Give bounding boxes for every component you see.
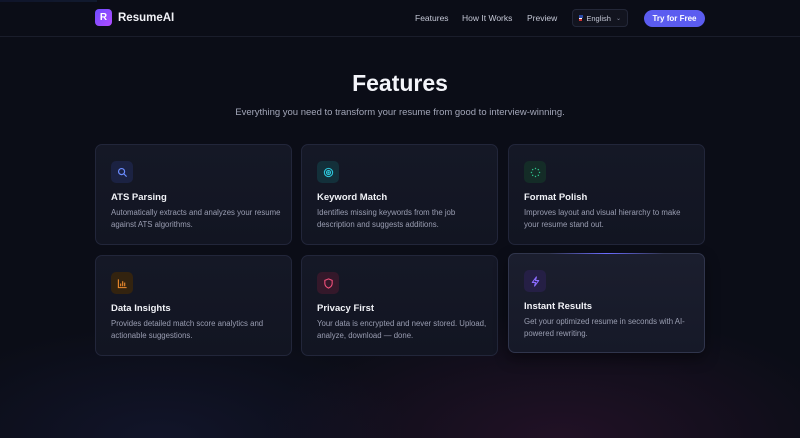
feature-description: Your data is encrypted and never stored.…: [317, 319, 487, 340]
top-nav: R ResumeAI Features How It Works Preview…: [0, 0, 800, 37]
section-subtitle: Everything you need to transform your re…: [235, 107, 565, 118]
lightning-icon: [524, 270, 546, 292]
feature-card-privacy-first: Privacy First Your data is encrypted and…: [301, 255, 498, 356]
feature-card-data-insights: Data Insights Provides detailed match sc…: [95, 255, 292, 356]
section-title: Features: [352, 70, 448, 96]
feature-title: ATS Parsing: [111, 192, 167, 203]
try-for-free-button[interactable]: Try for Free: [644, 10, 705, 27]
bar-chart-icon: [111, 272, 133, 294]
feature-card-format-polish: Format Polish Improves layout and visual…: [508, 144, 705, 245]
feature-title: Data Insights: [111, 303, 171, 314]
feature-description: Provides detailed match score analytics …: [111, 319, 264, 340]
shield-icon: [317, 272, 339, 294]
search-icon: [111, 161, 133, 183]
feature-title: Format Polish: [524, 192, 588, 203]
nav-link-how-it-works[interactable]: How It Works: [462, 13, 512, 23]
feature-title: Keyword Match: [317, 192, 388, 203]
feature-title: Instant Results: [524, 301, 593, 312]
feature-title: Privacy First: [317, 303, 375, 314]
nav-link-features[interactable]: Features: [415, 13, 449, 23]
brand-logo-link[interactable]: R ResumeAI: [95, 9, 174, 26]
nav-link-preview[interactable]: Preview: [527, 13, 557, 23]
feature-card-ats-parsing: ATS Parsing Automatically extracts and a…: [95, 144, 292, 245]
feature-card-instant-results: Instant Results Get your optimized resum…: [508, 253, 705, 353]
feature-description: Get your optimized resume in seconds wit…: [524, 317, 685, 338]
feature-description: Identifies missing keywords from the job…: [317, 208, 456, 229]
brand-name: ResumeAI: [118, 11, 175, 24]
language-label: English: [586, 13, 611, 23]
brand-logo-icon: R: [95, 9, 112, 26]
loader-icon: [524, 161, 546, 183]
feature-description: Improves layout and visual hierarchy to …: [524, 208, 681, 229]
chevron-down-icon: ⌄: [615, 15, 621, 22]
target-icon: [317, 161, 339, 183]
feature-description: Automatically extracts and analyzes your…: [111, 208, 281, 229]
language-select[interactable]: English ⌄: [572, 9, 628, 27]
feature-card-keyword-match: Keyword Match Identifies missing keyword…: [301, 144, 498, 245]
us-flag-icon: [579, 15, 584, 21]
page: R ResumeAI Features How It Works Preview…: [0, 0, 800, 438]
